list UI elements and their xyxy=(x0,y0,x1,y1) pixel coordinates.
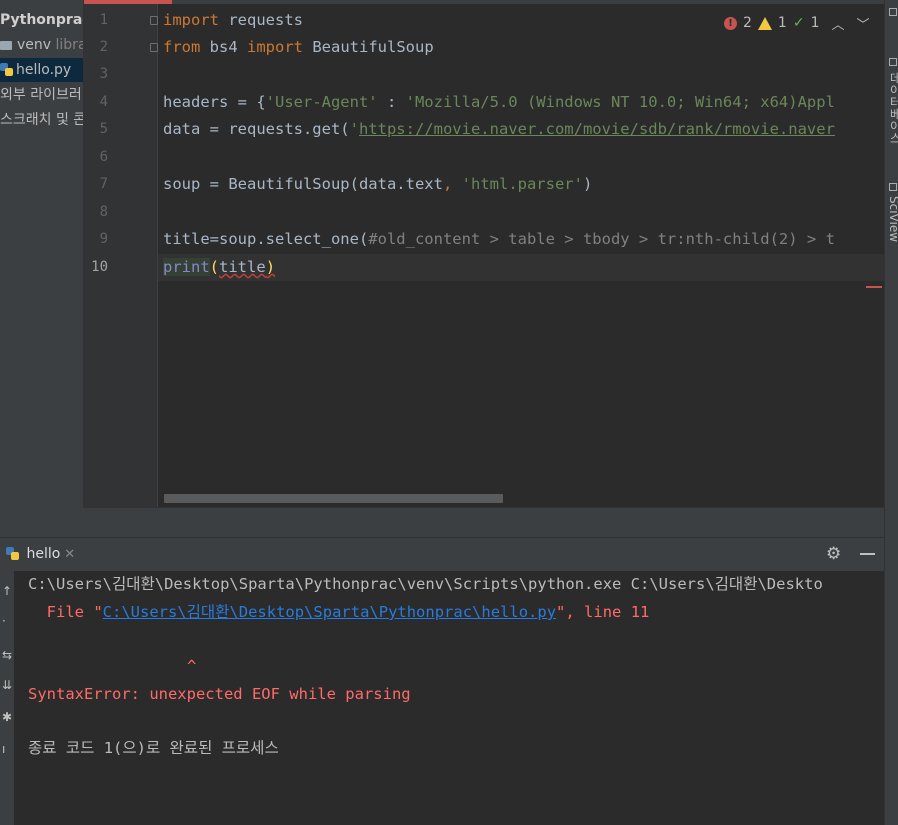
line-number: 8 xyxy=(99,204,108,220)
check-icon: ✓ xyxy=(792,15,805,31)
project-panel: Pythonprac venv libra hello.py 외부 라이브러 스… xyxy=(0,0,83,537)
warning-count: 1 xyxy=(777,15,787,31)
minimize-icon[interactable] xyxy=(860,553,875,555)
tool-window-icon[interactable] xyxy=(889,8,897,16)
gear-icon[interactable]: ⚙ xyxy=(826,545,841,563)
active-tab-marker xyxy=(84,0,172,4)
line-number: 9 xyxy=(99,231,108,247)
python-file-icon xyxy=(0,63,13,76)
line-number-current: 10 xyxy=(91,259,108,275)
sciview-tool-button[interactable]: SciView xyxy=(887,196,898,242)
database-icon[interactable] xyxy=(889,58,897,66)
sciview-icon[interactable] xyxy=(889,183,897,191)
console-command-line: C:\Users\김대환\Desktop\Sparta\Pythonprac\v… xyxy=(28,575,823,593)
file-link[interactable]: C:\Users\김대환\Desktop\Sparta\Pythonprac\h… xyxy=(103,603,556,621)
tree-item-venv[interactable]: venv libra xyxy=(0,33,83,57)
chevron-up-icon[interactable]: ︿ xyxy=(832,14,845,33)
scroll-to-end-icon[interactable]: ⇊ xyxy=(2,679,12,691)
console-file-line: File "C:\Users\김대환\Desktop\Sparta\Python… xyxy=(28,603,650,621)
url-link[interactable]: https://movie.naver.com/movie/sdb/rank/r… xyxy=(359,120,835,138)
code-line-4[interactable]: headers = {'User-Agent' : 'Mozilla/5.0 (… xyxy=(163,89,835,116)
editor-bottom-bar xyxy=(83,507,884,538)
code-line-9[interactable]: title=soup.select_one(#old_content > tab… xyxy=(163,226,835,253)
line-number: 2 xyxy=(99,39,108,55)
fold-marker-icon[interactable] xyxy=(150,16,158,25)
project-root[interactable]: Pythonprac xyxy=(0,8,83,32)
code-line-10[interactable]: print(title) xyxy=(163,254,275,281)
pin-icon[interactable]: ✱ xyxy=(2,711,12,723)
tree-item-external-libraries[interactable]: 외부 라이브러 xyxy=(0,83,82,107)
code-line-5[interactable]: data = requests.get('https://movie.naver… xyxy=(163,116,835,143)
line-number: 6 xyxy=(99,149,108,165)
code-line-7[interactable]: soup = BeautifulSoup(data.text, 'html.pa… xyxy=(163,171,592,198)
line-number: 3 xyxy=(99,66,108,82)
tree-item-hello-py[interactable]: hello.py xyxy=(0,58,83,82)
line-number: 1 xyxy=(99,12,108,28)
inspection-widget[interactable]: ! 2 1 ✓ 1 ︿ ﹀ xyxy=(724,12,870,34)
warning-icon xyxy=(757,16,772,30)
tree-item-scratches[interactable]: 스크래치 및 콘 xyxy=(0,108,83,132)
fold-marker-icon[interactable] xyxy=(150,43,158,52)
error-stripe-mark[interactable] xyxy=(866,286,882,288)
editor-tab-strip xyxy=(84,0,884,4)
line-number: 4 xyxy=(99,94,108,110)
run-tab-hello[interactable]: hello ✕ xyxy=(0,537,81,571)
python-run-icon xyxy=(6,547,19,560)
console-error-line: SyntaxError: unexpected EOF while parsin… xyxy=(28,685,411,703)
code-line-1[interactable]: import requests xyxy=(163,7,303,34)
delete-icon[interactable]: ı xyxy=(2,743,5,755)
stop-icon[interactable]: · xyxy=(2,615,6,627)
folder-icon xyxy=(0,41,12,50)
soft-wrap-icon[interactable]: ⇆ xyxy=(2,649,12,661)
database-tool-button[interactable]: 데이터베이스 xyxy=(887,72,898,144)
line-number: 7 xyxy=(99,176,108,192)
run-toolbar: ↑ · ⇆ ⇊ ✱ ı xyxy=(0,571,14,825)
close-icon[interactable]: ✕ xyxy=(64,547,75,562)
code-line-2[interactable]: from bs4 import BeautifulSoup xyxy=(163,34,434,61)
error-count: 2 xyxy=(743,15,752,31)
console-caret: ^ xyxy=(187,657,197,675)
rerun-icon[interactable]: ↑ xyxy=(2,585,12,597)
error-icon: ! xyxy=(724,16,737,30)
horizontal-scrollbar[interactable] xyxy=(164,494,503,503)
console-exit-line: 종료 코드 1(으)로 완료된 프로세스 xyxy=(28,739,279,757)
weak-warning-count: 1 xyxy=(810,15,820,31)
run-window-header xyxy=(0,537,884,572)
chevron-down-icon[interactable]: ﹀ xyxy=(857,14,870,33)
line-number: 5 xyxy=(99,121,108,137)
